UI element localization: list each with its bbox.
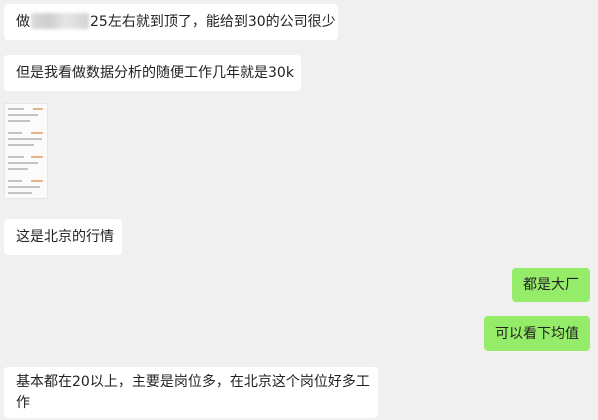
message-image-thumbnail[interactable] [4, 103, 48, 199]
message-text-1b: 25左右就到顶了，能给到30的公司很少 [90, 14, 336, 30]
message-text-7-line1: 基本都在20以上，主要是岗位多，在北京这个岗位好多工 [16, 374, 370, 390]
chat-window: 做 25左右就到顶了，能给到30的公司很少 但是我看做数据分析的随便工作几年就是3… [0, 0, 598, 420]
message-bubble-1[interactable]: 做 25左右就到顶了，能给到30的公司很少 [4, 4, 338, 40]
thumb-line [31, 132, 43, 134]
message-text-1a: 做 [16, 14, 30, 30]
thumb-line [8, 180, 22, 182]
message-bubble-5[interactable]: 都是大厂 [512, 268, 590, 302]
thumb-line [8, 144, 34, 146]
thumb-line [31, 156, 43, 158]
message-text-7-line2: 作 [16, 395, 30, 411]
thumb-line [33, 108, 43, 110]
thumb-line [8, 120, 30, 122]
thumb-line [8, 162, 38, 164]
message-text-6: 可以看下均值 [495, 326, 579, 342]
thumb-line [8, 168, 28, 170]
message-bubble-6[interactable]: 可以看下均值 [484, 316, 590, 351]
message-text-4: 这是北京的行情 [16, 229, 114, 245]
message-bubble-2[interactable]: 但是我看做数据分析的随便工作几年就是30k [4, 55, 301, 91]
thumb-line [8, 156, 24, 158]
thumb-line [8, 108, 24, 110]
message-text-5: 都是大厂 [523, 277, 579, 293]
message-bubble-4[interactable]: 这是北京的行情 [4, 219, 122, 255]
message-bubble-7[interactable]: 基本都在20以上，主要是岗位多，在北京这个岗位好多工 作 [4, 367, 378, 418]
redacted-text-blur [31, 13, 89, 29]
thumb-line [8, 132, 22, 134]
thumb-line [8, 114, 38, 116]
thumb-line [8, 186, 40, 188]
thumb-line [8, 192, 32, 194]
message-text-2: 但是我看做数据分析的随便工作几年就是30k [16, 65, 294, 81]
thumb-line [8, 138, 42, 140]
thumb-line [31, 180, 43, 182]
